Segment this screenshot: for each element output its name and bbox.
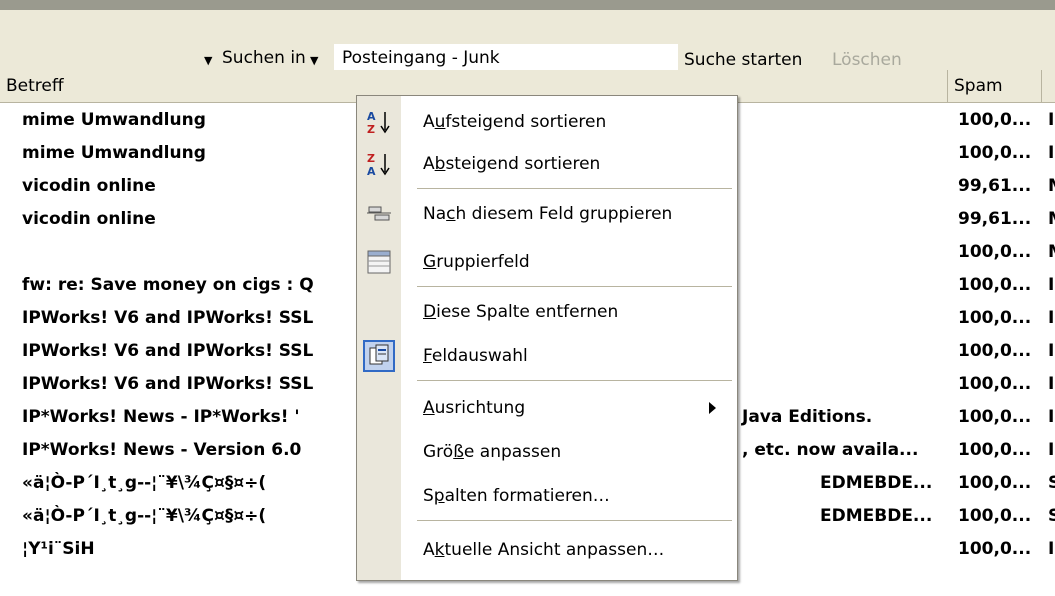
row-spam: 100,0... <box>958 407 1032 427</box>
row-subject: IP*Works! News - IP*Works! ' <box>22 407 300 427</box>
row-subject-tail: EDMEBDE... <box>820 473 933 493</box>
row-subject: vicodin online <box>22 176 156 196</box>
submenu-arrow-icon <box>709 402 716 414</box>
clear-search-button[interactable]: Löschen <box>832 50 902 70</box>
menu-separator <box>417 286 732 287</box>
row-subject: IP*Works! News - Version 6.0 <box>22 440 302 460</box>
row-spam: 100,0... <box>958 275 1032 295</box>
row-spam: 100,0... <box>958 440 1032 460</box>
sort-ascending-icon: A Z <box>367 110 390 136</box>
chevron-down-icon[interactable]: ▼ <box>204 54 212 67</box>
menu-item-label: Größe anpassen <box>423 442 562 462</box>
menu-item-sort-ascending[interactable]: A Z Aufsteigend sortieren <box>357 104 737 140</box>
row-next-col: I <box>1048 308 1055 328</box>
row-spam: 100,0... <box>958 473 1032 493</box>
row-next-col: I <box>1048 539 1055 559</box>
menu-item-label: Spalten formatieren… <box>423 486 610 506</box>
menu-item-field-chooser[interactable]: Feldauswahl <box>357 338 737 374</box>
row-spam: 100,0... <box>958 539 1032 559</box>
row-next-col: I <box>1048 143 1055 163</box>
menu-separator <box>417 520 732 521</box>
column-header-subject-label: Betreff <box>6 76 64 96</box>
svg-text:Z: Z <box>367 152 375 165</box>
svg-text:Z: Z <box>367 123 375 136</box>
menu-item-remove-column[interactable]: Diese Spalte entfernen <box>357 294 737 330</box>
row-spam: 100,0... <box>958 143 1032 163</box>
column-context-menu: A Z Aufsteigend sortieren Z A Absteigend… <box>356 95 738 581</box>
row-spam: 100,0... <box>958 341 1032 361</box>
menu-item-label: Ausrichtung <box>423 398 526 418</box>
start-search-button[interactable]: Suche starten <box>684 50 802 70</box>
menu-item-label: Feldauswahl <box>423 346 528 366</box>
row-subject: «ä¦Ò-P´I¸t¸g--¦¨¥\¾Ç¤§¤÷( <box>22 506 267 526</box>
row-next-col: I <box>1048 341 1055 361</box>
menu-item-label: Nach diesem Feld gruppieren <box>423 204 673 224</box>
row-spam: 99,61... <box>958 209 1032 229</box>
row-spam: 100,0... <box>958 506 1032 526</box>
menu-item-label: Aktuelle Ansicht anpassen… <box>423 540 665 560</box>
search-scope-value: Posteingang - Junk <box>342 48 500 68</box>
row-spam: 100,0... <box>958 374 1032 394</box>
row-spam: 100,0... <box>958 308 1032 328</box>
row-subject: vicodin online <box>22 209 156 229</box>
row-subject: mime Umwandlung <box>22 143 206 163</box>
menu-item-customize-view[interactable]: Aktuelle Ansicht anpassen… <box>357 532 737 568</box>
row-next-col: M <box>1048 242 1055 262</box>
search-bar: ▼ Suchen in ▼ Posteingang - Junk Suche s… <box>0 18 1055 80</box>
window-top-band <box>0 0 1055 10</box>
row-spam: 100,0... <box>958 110 1032 130</box>
row-next-col: I <box>1048 374 1055 394</box>
menu-item-label: Gruppierfeld <box>423 252 530 272</box>
group-box-icon <box>367 250 391 274</box>
menu-separator <box>417 188 732 189</box>
row-subject-tail: , etc. now availa... <box>742 440 919 460</box>
row-next-col: M <box>1048 176 1055 196</box>
row-subject: IPWorks! V6 and IPWorks! SSL <box>22 374 314 394</box>
row-next-col: S <box>1048 506 1055 526</box>
toolbar-strip <box>0 10 1055 18</box>
svg-text:A: A <box>367 110 376 123</box>
row-next-col: S <box>1048 473 1055 493</box>
sort-descending-icon: Z A <box>367 152 390 178</box>
search-in-dropdown-icon[interactable]: ▼ <box>310 54 318 67</box>
menu-item-group-box[interactable]: Gruppierfeld <box>357 244 737 280</box>
column-header-next[interactable] <box>1042 70 1055 102</box>
group-by-field-icon <box>367 206 391 221</box>
column-header-spam-label: Spam <box>954 76 1003 96</box>
menu-item-sort-descending[interactable]: Z A Absteigend sortieren <box>357 146 737 182</box>
row-next-col: I <box>1048 440 1055 460</box>
menu-separator <box>417 380 732 381</box>
row-next-col: M <box>1048 209 1055 229</box>
column-header-spam[interactable]: Spam <box>948 70 1042 102</box>
row-next-col: I <box>1048 110 1055 130</box>
menu-item-best-fit[interactable]: Größe anpassen <box>357 434 737 470</box>
row-next-col: I <box>1048 407 1055 427</box>
row-subject: IPWorks! V6 and IPWorks! SSL <box>22 341 314 361</box>
menu-item-label: Diese Spalte entfernen <box>423 302 619 322</box>
menu-item-label: Absteigend sortieren <box>423 154 601 174</box>
menu-item-label: Aufsteigend sortieren <box>423 112 607 132</box>
row-spam: 99,61... <box>958 176 1032 196</box>
svg-text:A: A <box>367 165 376 178</box>
row-subject-tail: Java Editions. <box>742 407 873 427</box>
menu-item-format-columns[interactable]: Spalten formatieren… <box>357 478 737 514</box>
row-subject: ¦Y¹i¨SiH <box>22 539 95 559</box>
menu-item-group-by-field[interactable]: Nach diesem Feld gruppieren <box>357 196 737 232</box>
row-subject: IPWorks! V6 and IPWorks! SSL <box>22 308 314 328</box>
row-subject: fw: re: Save money on cigs : Q <box>22 275 314 295</box>
row-spam: 100,0... <box>958 242 1032 262</box>
row-next-col: I <box>1048 275 1055 295</box>
row-subject-tail: EDMEBDE... <box>820 506 933 526</box>
row-subject: «ä¦Ò-P´I¸t¸g--¦¨¥\¾Ç¤§¤÷( <box>22 473 267 493</box>
menu-item-alignment[interactable]: Ausrichtung <box>357 390 737 426</box>
row-subject: mime Umwandlung <box>22 110 206 130</box>
search-in-label[interactable]: Suchen in <box>222 48 306 68</box>
field-chooser-icon <box>363 340 395 372</box>
